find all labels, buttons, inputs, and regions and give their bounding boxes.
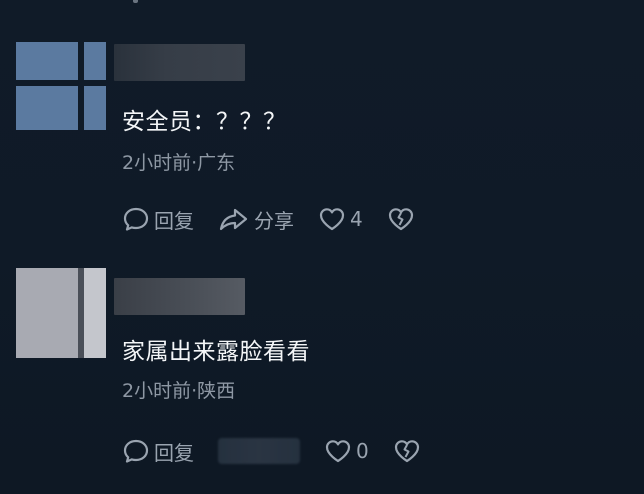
comment-actions: 回复 分享 4: [122, 204, 439, 234]
avatar[interactable]: [16, 268, 106, 358]
heart-icon: [319, 208, 345, 231]
reply-label: 回复: [154, 440, 194, 465]
comment-item: 家属出来露脸看看 2小时前·陕西 回复 0: [0, 266, 644, 494]
share-arrow-icon: [219, 208, 248, 231]
broken-heart-icon: [394, 440, 419, 463]
username-blurred[interactable]: [114, 44, 245, 81]
comment-time-location: 2小时前·陕西: [122, 380, 236, 402]
share-button-blurred[interactable]: [218, 438, 300, 464]
comment-text: 安全员：？？？: [122, 109, 287, 135]
comment-time-location: 2小时前·广东: [122, 152, 236, 174]
scroll-indicator: [133, 0, 138, 3]
username-blurred[interactable]: [114, 278, 245, 315]
like-button[interactable]: 4: [318, 206, 363, 232]
like-count: 0: [356, 439, 369, 463]
reply-label: 回复: [154, 208, 194, 233]
comment-actions: 回复 0: [122, 436, 445, 466]
like-button[interactable]: 0: [324, 438, 369, 464]
chat-bubble-icon: [123, 439, 149, 463]
avatar[interactable]: [16, 42, 106, 130]
share-button[interactable]: 分享: [218, 205, 294, 234]
reply-button[interactable]: 回复: [122, 437, 194, 466]
dislike-button[interactable]: [393, 438, 421, 464]
reply-button[interactable]: 回复: [122, 205, 194, 234]
comment-text: 家属出来露脸看看: [122, 339, 310, 365]
like-count: 4: [350, 207, 363, 231]
broken-heart-icon: [388, 208, 413, 231]
share-label: 分享: [254, 208, 294, 233]
chat-bubble-icon: [123, 207, 149, 231]
comment-item: 安全员：？？？ 2小时前·广东 回复 分享 4: [0, 40, 644, 240]
heart-icon: [325, 440, 351, 463]
dislike-button[interactable]: [387, 206, 415, 232]
